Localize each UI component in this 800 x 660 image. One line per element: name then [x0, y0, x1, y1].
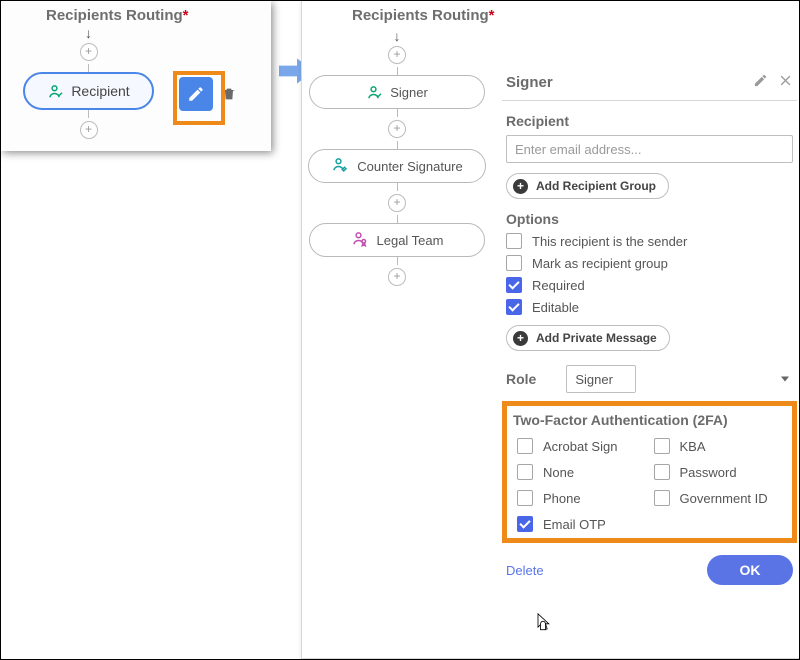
plus-icon: + — [513, 179, 528, 194]
tfa-acrobat-label: Acrobat Sign — [543, 439, 617, 454]
add-node-button[interactable]: + — [388, 46, 406, 64]
tfa-emailotp-label: Email OTP — [543, 517, 606, 532]
routing-title: Recipients Routing* — [1, 1, 271, 26]
panel-title: Signer — [506, 74, 553, 91]
checkbox-acrobat-sign[interactable] — [517, 438, 533, 454]
ok-button-label: OK — [740, 562, 761, 578]
after-panel: Recipients Routing* ↓ + Signer + — [301, 1, 799, 659]
legal-team-node-label: Legal Team — [377, 233, 444, 248]
plus-icon: + — [513, 331, 528, 346]
tfa-phone-label: Phone — [543, 491, 581, 506]
checkbox-phone[interactable] — [517, 490, 533, 506]
flow-column-left: ↓ + Recipient + — [1, 26, 176, 142]
edit-icon[interactable] — [753, 73, 768, 92]
delete-link[interactable]: Delete — [506, 563, 544, 578]
routing-title-text: Recipients Routing — [46, 7, 183, 24]
counter-signature-node[interactable]: Counter Signature — [308, 149, 486, 183]
add-node-button[interactable]: + — [80, 43, 98, 61]
tfa-highlight: Two-Factor Authentication (2FA) Acrobat … — [502, 401, 797, 543]
legal-team-node[interactable]: Legal Team — [309, 223, 485, 257]
opt-sender-label: This recipient is the sender — [532, 234, 687, 249]
connector-line — [397, 257, 398, 265]
signer-node[interactable]: Signer — [309, 75, 485, 109]
before-panel: Recipients Routing* ↓ + Recipient + — [1, 1, 271, 151]
signer-node-label: Signer — [390, 85, 428, 100]
tfa-password-label: Password — [680, 465, 737, 480]
checkbox-email-otp[interactable] — [517, 516, 533, 532]
connector-line — [397, 215, 398, 223]
opt-required-label: Required — [532, 278, 585, 293]
add-node-button[interactable]: + — [388, 194, 406, 212]
opt-markgroup-label: Mark as recipient group — [532, 256, 668, 271]
signer-icon — [47, 83, 63, 99]
close-icon[interactable] — [778, 73, 793, 92]
add-node-button[interactable]: + — [388, 268, 406, 286]
cursor-pointer-icon — [533, 612, 553, 637]
add-node-button[interactable]: + — [80, 121, 98, 139]
add-recipient-group-label: Add Recipient Group — [536, 179, 656, 193]
connector-line — [397, 67, 398, 75]
add-node-button[interactable]: + — [388, 120, 406, 138]
recipient-label: Recipient — [506, 113, 797, 129]
arrow-down-icon: ↓ — [394, 29, 401, 43]
counter-signature-node-label: Counter Signature — [357, 159, 463, 174]
recipient-node-label: Recipient — [71, 83, 129, 99]
node-tools — [179, 77, 243, 111]
connector-line — [397, 183, 398, 191]
checkbox-password[interactable] — [654, 464, 670, 480]
signer-icon — [331, 156, 349, 177]
tfa-kba-label: KBA — [680, 439, 706, 454]
checkbox-government-id[interactable] — [654, 490, 670, 506]
email-field[interactable] — [506, 135, 793, 163]
edit-node-button[interactable] — [179, 77, 213, 111]
ok-button[interactable]: OK — [707, 555, 793, 585]
add-private-message-button[interactable]: + Add Private Message — [506, 325, 670, 351]
checkbox-required[interactable] — [506, 277, 522, 293]
signer-icon — [366, 84, 382, 100]
tfa-label: Two-Factor Authentication (2FA) — [513, 412, 786, 428]
delete-node-button[interactable] — [215, 77, 243, 111]
connector-line — [88, 110, 89, 118]
recipient-node[interactable]: Recipient — [23, 72, 153, 110]
connector-line — [397, 141, 398, 149]
checkbox-editable[interactable] — [506, 299, 522, 315]
checkbox-sender[interactable] — [506, 233, 522, 249]
properties-panel: Signer Recipient + Add Recipient Group O… — [502, 71, 797, 585]
options-label: Options — [506, 211, 797, 227]
checkbox-kba[interactable] — [654, 438, 670, 454]
add-recipient-group-button[interactable]: + Add Recipient Group — [506, 173, 669, 199]
connector-line — [397, 109, 398, 117]
certified-icon — [351, 230, 369, 251]
checkbox-none[interactable] — [517, 464, 533, 480]
routing-title: Recipients Routing* — [302, 1, 799, 26]
tfa-none-label: None — [543, 465, 574, 480]
tfa-govid-label: Government ID — [680, 491, 768, 506]
connector-line — [88, 64, 89, 72]
flow-column-right: ↓ + Signer + — [302, 29, 492, 289]
role-select[interactable]: Signer — [566, 365, 636, 393]
role-label: Role — [506, 371, 536, 387]
add-private-message-label: Add Private Message — [536, 331, 657, 345]
checkbox-markgroup[interactable] — [506, 255, 522, 271]
arrow-down-icon: ↓ — [85, 26, 92, 40]
opt-editable-label: Editable — [532, 300, 579, 315]
routing-title-text: Recipients Routing — [352, 7, 489, 24]
